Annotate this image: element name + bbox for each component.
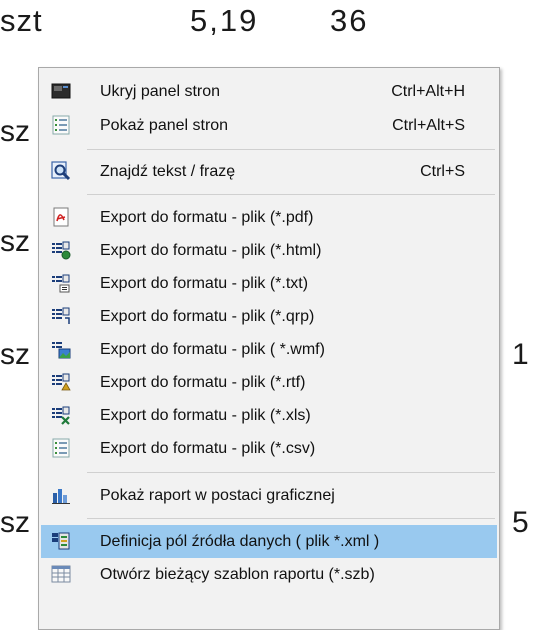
menu-item-label: Export do formatu - plik (*.pdf): [100, 209, 314, 226]
pdf-icon: [51, 207, 71, 227]
hide-panel-icon: [51, 81, 71, 101]
bg-unit-fragment: sz: [0, 506, 30, 539]
menu-separator: [87, 518, 495, 519]
html-export-icon: [51, 240, 71, 260]
menu-item-label: Export do formatu - plik (*.html): [100, 242, 322, 259]
menu-item-export-xls[interactable]: Export do formatu - plik (*.xls): [41, 399, 497, 432]
template-icon: [51, 564, 71, 584]
txt-export-icon: [51, 273, 71, 293]
menu-item-label: Export do formatu - plik (*.rtf): [100, 374, 306, 391]
menu-item-export-csv[interactable]: Export do formatu - plik (*.csv): [41, 432, 497, 465]
menu-separator: [87, 472, 495, 473]
menu-item-export-wmf[interactable]: Export do formatu - plik ( *.wmf): [41, 333, 497, 366]
menu-item-export-html[interactable]: Export do formatu - plik (*.html): [41, 234, 497, 267]
qrp-export-icon: [51, 306, 71, 326]
menu-item-show-page-panel[interactable]: Pokaż panel stron Ctrl+Alt+S: [41, 109, 497, 142]
menu-item-shortcut: Ctrl+S: [420, 163, 465, 180]
menu-item-shortcut: Ctrl+Alt+S: [392, 117, 465, 134]
rtf-export-icon: [51, 372, 71, 392]
menu-item-label: Ukryj panel stron: [100, 83, 221, 100]
menu-item-export-qrp[interactable]: Export do formatu - plik (*.qrp): [41, 300, 497, 333]
bg-quantity-cell: 36: [330, 3, 369, 38]
bg-value-fragment: 5: [512, 506, 529, 539]
menu-item-label: Export do formatu - plik (*.txt): [100, 275, 309, 292]
menu-item-show-graphic-report[interactable]: Pokaż raport w postaci graficznej: [41, 479, 497, 512]
menu-item-export-pdf[interactable]: Export do formatu - plik (*.pdf): [41, 201, 497, 234]
bg-unit-fragment: sz: [0, 225, 30, 258]
menu-item-label: Pokaż panel stron: [100, 117, 229, 134]
bar-chart-icon: [51, 485, 71, 505]
find-icon: [51, 161, 71, 181]
xls-export-icon: [51, 405, 71, 425]
wmf-export-icon: [51, 339, 71, 359]
bg-value-fragment: 1: [512, 338, 529, 371]
menu-item-label: Export do formatu - plik ( *.wmf): [100, 341, 325, 358]
menu-item-label: Definicja pól źródła danych ( plik *.xml…: [100, 533, 380, 550]
bg-price-cell: 5,19: [190, 3, 259, 38]
menu-item-label: Export do formatu - plik (*.qrp): [100, 308, 315, 325]
menu-separator: [87, 149, 495, 150]
context-menu: Ukryj panel stron Ctrl+Alt+H Pokaż panel…: [38, 67, 500, 630]
menu-item-data-source-definition[interactable]: Definicja pól źródła danych ( plik *.xml…: [41, 525, 497, 558]
menu-item-open-report-template[interactable]: Otwórz bieżący szablon raportu (*.szb): [41, 558, 497, 591]
menu-item-export-rtf[interactable]: Export do formatu - plik (*.rtf): [41, 366, 497, 399]
bg-unit-fragment: sz: [0, 115, 30, 148]
menu-item-shortcut: Ctrl+Alt+H: [391, 83, 465, 100]
menu-separator: [87, 194, 495, 195]
menu-item-hide-page-panel[interactable]: Ukryj panel stron Ctrl+Alt+H: [41, 75, 497, 108]
menu-item-label: Export do formatu - plik (*.csv): [100, 440, 316, 457]
menu-item-label: Znajdź tekst / frazę: [100, 163, 236, 180]
menu-item-export-txt[interactable]: Export do formatu - plik (*.txt): [41, 267, 497, 300]
bg-unit-cell: szt: [0, 3, 43, 38]
bg-unit-fragment: sz: [0, 338, 30, 371]
menu-item-find-text[interactable]: Znajdź tekst / frazę Ctrl+S: [41, 155, 497, 188]
show-panel-icon: [51, 115, 71, 135]
menu-item-label: Export do formatu - plik (*.xls): [100, 407, 311, 424]
data-source-icon: [51, 531, 71, 551]
menu-item-label: Otwórz bieżący szablon raportu (*.szb): [100, 566, 375, 583]
csv-export-icon: [51, 438, 71, 458]
menu-item-label: Pokaż raport w postaci graficznej: [100, 487, 335, 504]
